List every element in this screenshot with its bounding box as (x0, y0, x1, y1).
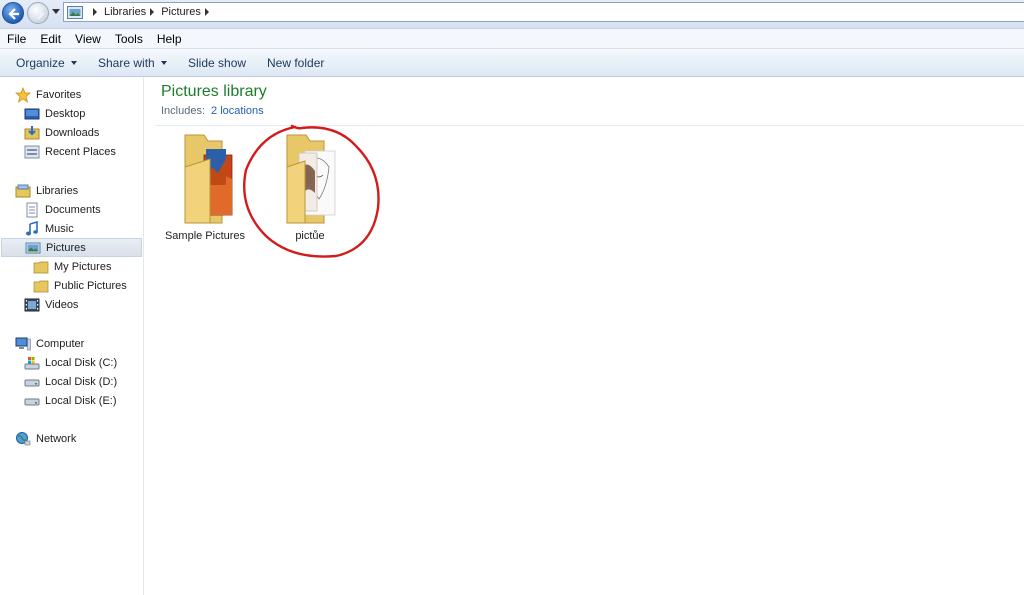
film-icon (24, 298, 40, 311)
nav-item-label: Local Disk (D:) (45, 375, 118, 388)
locations-link[interactable]: 2 locations (211, 105, 264, 117)
share-with-label: Share with (98, 55, 155, 70)
library-includes: Includes: 2 locations (161, 105, 264, 117)
menu-view[interactable]: View (75, 32, 101, 46)
nav-item-label: Music (45, 222, 74, 235)
nav-item-label: Local Disk (C:) (45, 356, 118, 369)
nav-item-documents[interactable]: Documents (24, 200, 101, 219)
folder-icon (33, 261, 49, 273)
breadcrumb-pictures[interactable]: Pictures (161, 6, 201, 18)
nav-item-local-disk-e[interactable]: Local Disk (E:) (24, 391, 117, 410)
back-button[interactable] (2, 2, 24, 24)
nav-libraries[interactable]: Libraries (15, 181, 78, 200)
chevron-down-icon (70, 60, 77, 65)
system-drive-icon (24, 356, 40, 369)
address-box[interactable]: Libraries Pictures (63, 2, 1024, 22)
command-bar: Organize Share with Slide show New folde… (0, 49, 1024, 77)
nav-item-local-disk-c[interactable]: Local Disk (C:) (24, 353, 117, 372)
nav-item-desktop[interactable]: Desktop (24, 104, 85, 123)
nav-computer[interactable]: Computer (15, 334, 84, 353)
desktop-icon (24, 108, 40, 119)
documents-icon (26, 202, 38, 217)
nav-item-label: Videos (45, 298, 79, 311)
recent-places-icon (24, 145, 40, 158)
menu-edit[interactable]: Edit (40, 32, 61, 46)
nav-item-downloads[interactable]: Downloads (24, 123, 99, 142)
organize-label: Organize (16, 55, 65, 70)
nav-item-label: Local Disk (E:) (45, 394, 117, 407)
arrow-left-icon (8, 8, 19, 20)
share-with-button[interactable]: Share with (98, 56, 167, 70)
nav-item-label: Downloads (45, 126, 100, 139)
menu-file[interactable]: File (7, 32, 26, 46)
pictures-library-icon (67, 5, 83, 19)
breadcrumb-separator-icon[interactable] (150, 8, 155, 16)
arrow-right-icon (34, 8, 45, 20)
nav-computer-label: Computer (36, 337, 85, 350)
new-folder-button[interactable]: New folder (267, 56, 324, 70)
nav-libraries-label: Libraries (36, 184, 79, 197)
nav-network[interactable]: Network (15, 429, 76, 448)
downloads-icon (24, 125, 40, 139)
breadcrumb-separator-icon[interactable] (93, 8, 97, 16)
computer-icon (15, 337, 31, 350)
nav-item-pictures[interactable]: Pictures (1, 238, 142, 257)
nav-item-label: Recent Places (45, 145, 116, 158)
library-title: Pictures library (161, 83, 267, 100)
red-annotation-circle (243, 124, 380, 258)
nav-item-local-disk-d[interactable]: Local Disk (D:) (24, 372, 117, 391)
star-icon (15, 86, 31, 103)
music-note-icon (26, 220, 38, 235)
nav-item-label: Documents (45, 203, 101, 216)
nav-item-my-pictures[interactable]: My Pictures (33, 257, 111, 276)
nav-item-recent-places[interactable]: Recent Places (24, 142, 116, 161)
nav-favorites-label: Favorites (36, 88, 82, 101)
folder-icon (33, 280, 49, 292)
drive-icon (24, 379, 40, 386)
menu-tools[interactable]: Tools (115, 32, 143, 46)
address-bar-row: Libraries Pictures (0, 0, 1024, 29)
drive-icon (24, 398, 40, 405)
chevron-down-icon (160, 60, 167, 65)
nav-item-public-pictures[interactable]: Public Pictures (33, 276, 127, 295)
includes-label: Includes: (161, 105, 206, 117)
menu-help[interactable]: Help (157, 32, 182, 46)
nav-network-label: Network (36, 432, 77, 445)
organize-button[interactable]: Organize (16, 56, 77, 70)
folder-thumbnail-icon (184, 134, 233, 224)
pictures-icon (25, 242, 41, 253)
nav-item-label: Pictures (46, 241, 86, 254)
menu-bar: File Edit View Tools Help (0, 29, 1024, 49)
nav-item-label: Public Pictures (54, 279, 127, 292)
navigation-pane: Favorites Desktop Downloads Recent Place… (0, 77, 144, 595)
libraries-icon (15, 184, 31, 197)
network-icon (16, 431, 31, 445)
recent-pages-dropdown-icon[interactable] (52, 9, 60, 15)
forward-button[interactable] (27, 2, 49, 24)
nav-item-label: My Pictures (54, 260, 112, 273)
nav-item-music[interactable]: Music (24, 219, 74, 238)
breadcrumb-separator-icon[interactable] (204, 8, 209, 16)
breadcrumb-libraries[interactable]: Libraries (104, 6, 146, 18)
nav-item-label: Desktop (45, 107, 86, 120)
nav-item-videos[interactable]: Videos (24, 295, 78, 314)
nav-favorites[interactable]: Favorites (15, 85, 81, 104)
slide-show-button[interactable]: Slide show (188, 56, 246, 70)
